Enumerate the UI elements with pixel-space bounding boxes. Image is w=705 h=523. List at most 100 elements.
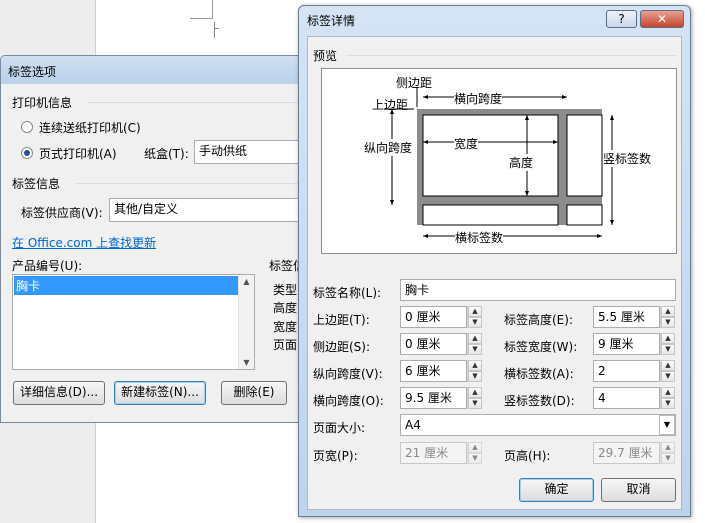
- preview-horizontal-pitch: 横向跨度: [454, 90, 503, 107]
- page-printer-label[interactable]: 页式打印机(A): [39, 145, 117, 162]
- label-info-heading: 标签信息: [12, 177, 61, 191]
- group-divider: [346, 55, 676, 56]
- vertical-pitch-label: 纵向跨度(V):: [313, 367, 383, 381]
- label-details-dialog: 标签详情 ? ✕ 预览 侧边距 上边距 横向跨度 纵向跨度 宽度 高度 竖标签数…: [298, 5, 691, 517]
- spin-up-icon[interactable]: ▲: [468, 333, 482, 344]
- printer-info-heading: 打印机信息: [12, 96, 73, 110]
- group-divider: [87, 102, 317, 103]
- spin-up-icon[interactable]: ▲: [468, 360, 482, 371]
- page-width-spinner[interactable]: ▲ ▼: [467, 442, 482, 464]
- label-options-title: 标签选项: [8, 65, 57, 79]
- label-name-input[interactable]: 胸卡: [400, 279, 676, 301]
- spin-down-icon[interactable]: ▼: [468, 317, 482, 328]
- close-button[interactable]: ✕: [640, 10, 684, 28]
- top-margin-label: 上边距(T):: [313, 313, 370, 327]
- details-button[interactable]: 详细信息(D)...: [13, 381, 105, 405]
- side-margin-spinner[interactable]: ▲ ▼: [467, 333, 482, 355]
- spin-down-icon[interactable]: ▼: [468, 453, 482, 464]
- spin-up-icon[interactable]: ▲: [468, 387, 482, 398]
- label-details-title: 标签详情: [307, 14, 356, 28]
- info-width-label: 宽度:: [273, 320, 302, 334]
- preview-number-down: 竖标签数: [603, 150, 652, 167]
- number-across-spinner[interactable]: ▲ ▼: [660, 360, 675, 382]
- label-width-label: 标签宽度(W):: [504, 340, 578, 354]
- text-cursor: [214, 28, 219, 29]
- label-width-input[interactable]: 9 厘米: [593, 333, 660, 355]
- vertical-pitch-input[interactable]: 6 厘米: [400, 360, 467, 382]
- number-down-spinner[interactable]: ▲ ▼: [660, 387, 675, 409]
- vertical-pitch-spinner[interactable]: ▲ ▼: [467, 360, 482, 382]
- spin-down-icon[interactable]: ▼: [468, 344, 482, 355]
- page-height-input[interactable]: 29.7 厘米: [593, 442, 660, 464]
- page-corner-mark: [212, 0, 213, 19]
- preview-side-margin: 侧边距: [396, 76, 433, 90]
- vendor-select[interactable]: 其他/自定义: [109, 198, 319, 222]
- horizontal-pitch-label: 横向跨度(O):: [313, 394, 384, 408]
- label-height-input[interactable]: 5.5 厘米: [593, 306, 660, 328]
- page-height-label: 页高(H):: [504, 449, 551, 463]
- spin-up-icon[interactable]: ▲: [661, 442, 675, 453]
- label-options-body: 打印机信息 连续送纸打印机(C) 页式打印机(A) 纸盒(T): 手动供纸 标签…: [7, 86, 319, 416]
- scroll-up-icon[interactable]: ▲: [239, 277, 254, 286]
- spin-down-icon[interactable]: ▼: [661, 371, 675, 382]
- product-number-list[interactable]: 胸卡 ▲ ▼: [12, 274, 255, 370]
- label-name-label: 标签名称(L):: [313, 286, 382, 300]
- delete-button[interactable]: 删除(E): [221, 381, 287, 405]
- spin-up-icon[interactable]: ▲: [468, 306, 482, 317]
- spin-down-icon[interactable]: ▼: [661, 398, 675, 409]
- ok-button[interactable]: 确定: [519, 478, 594, 502]
- page-size-select[interactable]: A4: [400, 414, 676, 436]
- tray-label: 纸盒(T):: [144, 147, 189, 161]
- text-cursor: [214, 22, 215, 38]
- office-link[interactable]: 在 Office.com 上查找更新: [12, 234, 156, 251]
- preview-number-across: 横标签数: [455, 229, 504, 246]
- spin-up-icon[interactable]: ▲: [661, 360, 675, 371]
- info-page-label: 页面: [273, 338, 298, 352]
- preview-top-margin: 上边距: [372, 98, 409, 112]
- page-printer-radio[interactable]: [21, 147, 33, 159]
- close-icon: ✕: [656, 12, 668, 26]
- group-divider: [75, 183, 317, 184]
- spin-up-icon[interactable]: ▲: [661, 387, 675, 398]
- cancel-button[interactable]: 取消: [601, 478, 676, 502]
- horizontal-pitch-spinner[interactable]: ▲ ▼: [467, 387, 482, 409]
- help-button[interactable]: ?: [606, 10, 637, 28]
- info-type-label: 类型:: [273, 283, 302, 297]
- chevron-down-icon[interactable]: ▼: [659, 415, 675, 435]
- list-scrollbar[interactable]: ▲ ▼: [238, 275, 254, 369]
- spin-up-icon[interactable]: ▲: [661, 333, 675, 344]
- number-across-input[interactable]: 2: [593, 360, 660, 382]
- page-height-spinner[interactable]: ▲ ▼: [660, 442, 675, 464]
- side-margin-input[interactable]: 0 厘米: [400, 333, 467, 355]
- spin-down-icon[interactable]: ▼: [661, 344, 675, 355]
- scroll-down-icon[interactable]: ▼: [239, 358, 254, 367]
- preview-width: 宽度: [454, 135, 479, 152]
- top-margin-spinner[interactable]: ▲ ▼: [467, 306, 482, 328]
- label-width-spinner[interactable]: ▲ ▼: [660, 333, 675, 355]
- spin-down-icon[interactable]: ▼: [468, 398, 482, 409]
- label-preview: 侧边距 上边距 横向跨度 纵向跨度 宽度 高度 竖标签数 横标签数: [321, 68, 677, 254]
- page-width-input[interactable]: 21 厘米: [400, 442, 467, 464]
- preview-heading: 预览: [313, 49, 338, 63]
- number-across-label: 横标签数(A):: [504, 367, 574, 381]
- label-options-titlebar[interactable]: 标签选项: [1, 56, 317, 84]
- new-label-button[interactable]: 新建标签(N)...: [114, 381, 206, 405]
- page-corner-mark: [190, 18, 212, 19]
- help-icon: ?: [618, 12, 625, 26]
- side-margin-label: 侧边距(S):: [313, 340, 371, 354]
- number-down-input[interactable]: 4: [593, 387, 660, 409]
- spin-up-icon[interactable]: ▲: [468, 442, 482, 453]
- list-item[interactable]: 胸卡: [14, 276, 242, 295]
- spin-up-icon[interactable]: ▲: [661, 306, 675, 317]
- continuous-feed-label[interactable]: 连续送纸打印机(C): [39, 119, 141, 136]
- spin-down-icon[interactable]: ▼: [661, 453, 675, 464]
- label-height-spinner[interactable]: ▲ ▼: [660, 306, 675, 328]
- horizontal-pitch-input[interactable]: 9.5 厘米: [400, 387, 467, 409]
- top-margin-input[interactable]: 0 厘米: [400, 306, 467, 328]
- continuous-feed-radio[interactable]: [21, 121, 33, 133]
- spin-down-icon[interactable]: ▼: [468, 371, 482, 382]
- label-height-label: 标签高度(E):: [504, 313, 573, 327]
- product-number-label: 产品编号(U):: [12, 259, 83, 273]
- page-size-label: 页面大小:: [313, 421, 366, 435]
- spin-down-icon[interactable]: ▼: [661, 317, 675, 328]
